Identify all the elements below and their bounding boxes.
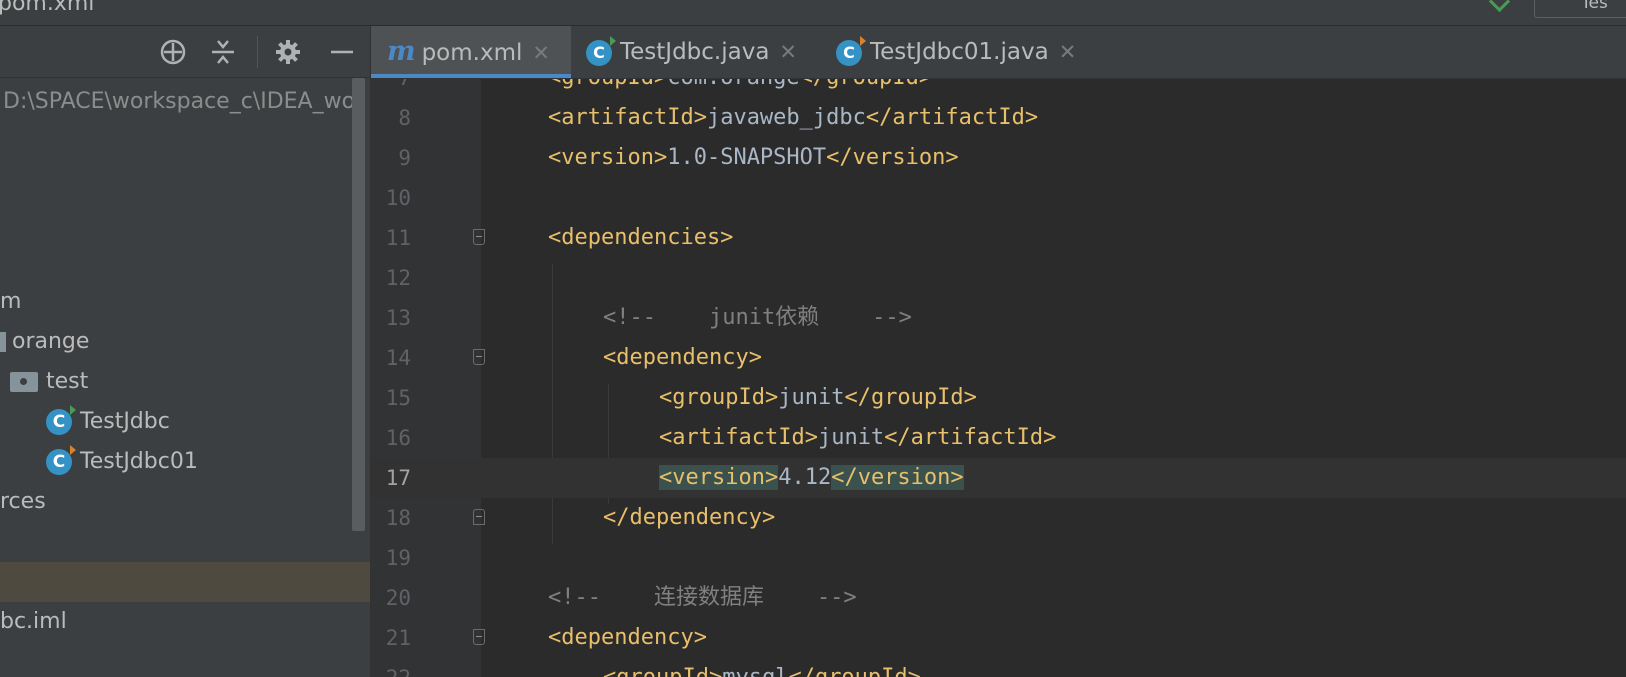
code-line: 11 <dependencies> (385, 225, 734, 250)
package-icon (0, 332, 6, 352)
fold-marker-icon[interactable] (473, 509, 485, 525)
fold-marker-icon[interactable] (473, 629, 485, 645)
code-line: 20 <!-- 连接数据库 --> (385, 585, 857, 610)
code-line: 21 <dependency> (385, 625, 707, 650)
project-root-path[interactable]: D:\SPACE\workspace_c\IDEA_wo (3, 82, 355, 122)
tree-item-label: orange (12, 329, 90, 354)
tree-item-class[interactable]: C TestJdbc (46, 402, 170, 442)
maven-icon: m (387, 36, 416, 67)
build-arrow-icon[interactable] (1488, 0, 1511, 13)
code-editor[interactable]: 7 <groupId>com.orange</groupId> 8 <artif… (371, 79, 1626, 677)
code-line: 19 (385, 546, 411, 570)
folder-icon (10, 372, 38, 392)
code-line-current: 17 <version>4.12</version> (371, 458, 1626, 498)
tree-item-class[interactable]: C TestJdbc01 (46, 442, 198, 482)
gear-icon[interactable] (273, 37, 303, 67)
tree-item-label: TestJdbc (80, 409, 170, 434)
code-line: 12 (385, 266, 411, 290)
project-scrollbar[interactable] (352, 78, 365, 531)
editor-tab-bar: m pom.xml ✕ C TestJdbc.java ✕ C TestJdbc01.ja… (371, 26, 1626, 79)
tree-item-folder[interactable]: test (10, 362, 88, 402)
locate-icon[interactable] (158, 37, 188, 67)
code-line: 18 </dependency> (385, 505, 776, 530)
tab-label: TestJdbc.java (620, 39, 770, 65)
code-line: 10 (385, 186, 411, 210)
tree-item[interactable]: rces (0, 482, 46, 522)
code-line: 16 <artifactId>junit</artifactId> (385, 425, 1057, 450)
tab-testjdbc-java[interactable]: C TestJdbc.java ✕ (586, 26, 797, 78)
code-line: 8 <artifactId>javaweb_jdbc</artifactId> (398, 105, 1039, 130)
tab-label: TestJdbc01.java (870, 39, 1049, 65)
java-class-icon: C (836, 35, 866, 66)
tree-item-selected[interactable] (0, 562, 370, 602)
code-line: 7 <groupId>com.orange</groupId> (371, 79, 1626, 98)
code-line: 9 <version>1.0-SNAPSHOT</version> (398, 145, 959, 170)
tree-item[interactable]: bc.iml (0, 602, 67, 642)
run-configuration-label: Tes (1581, 0, 1608, 13)
fold-marker-icon[interactable] (473, 229, 485, 245)
window-title-bar: pom.xml Tes (0, 0, 1626, 26)
code-line: 14 <dependency> (385, 345, 762, 370)
tree-item-label: TestJdbc01 (80, 449, 198, 474)
run-configuration-selector[interactable]: Tes (1534, 0, 1626, 18)
code-line: 15 <groupId>junit</groupId> (385, 385, 977, 410)
close-icon[interactable]: ✕ (779, 40, 797, 64)
close-icon[interactable]: ✕ (1059, 40, 1077, 64)
project-toolbar (0, 26, 370, 78)
toolbar-separator (257, 36, 258, 68)
tab-label: pom.xml (421, 40, 523, 66)
code-line: 13 <!-- junit依赖 --> (385, 305, 912, 330)
tab-pom-xml[interactable]: m pom.xml ✕ (371, 26, 571, 78)
code-line: 22 <groupId>mysql</groupId> (371, 658, 1626, 677)
close-icon[interactable]: ✕ (532, 41, 550, 65)
tree-item-label: test (46, 369, 89, 394)
tree-item[interactable]: m (0, 282, 21, 322)
tree-item-package[interactable]: orange (0, 322, 89, 362)
java-class-icon: C (46, 405, 76, 435)
java-class-icon: C (46, 445, 76, 475)
collapse-all-icon[interactable] (208, 37, 238, 67)
window-title: pom.xml (0, 0, 95, 16)
fold-marker-icon[interactable] (473, 349, 485, 365)
tab-testjdbc01-java[interactable]: C TestJdbc01.java ✕ (836, 26, 1076, 78)
java-class-icon: C (586, 35, 616, 66)
minimize-icon[interactable] (327, 37, 357, 67)
project-tool-window: D:\SPACE\workspace_c\IDEA_wo m orange te… (0, 26, 371, 677)
